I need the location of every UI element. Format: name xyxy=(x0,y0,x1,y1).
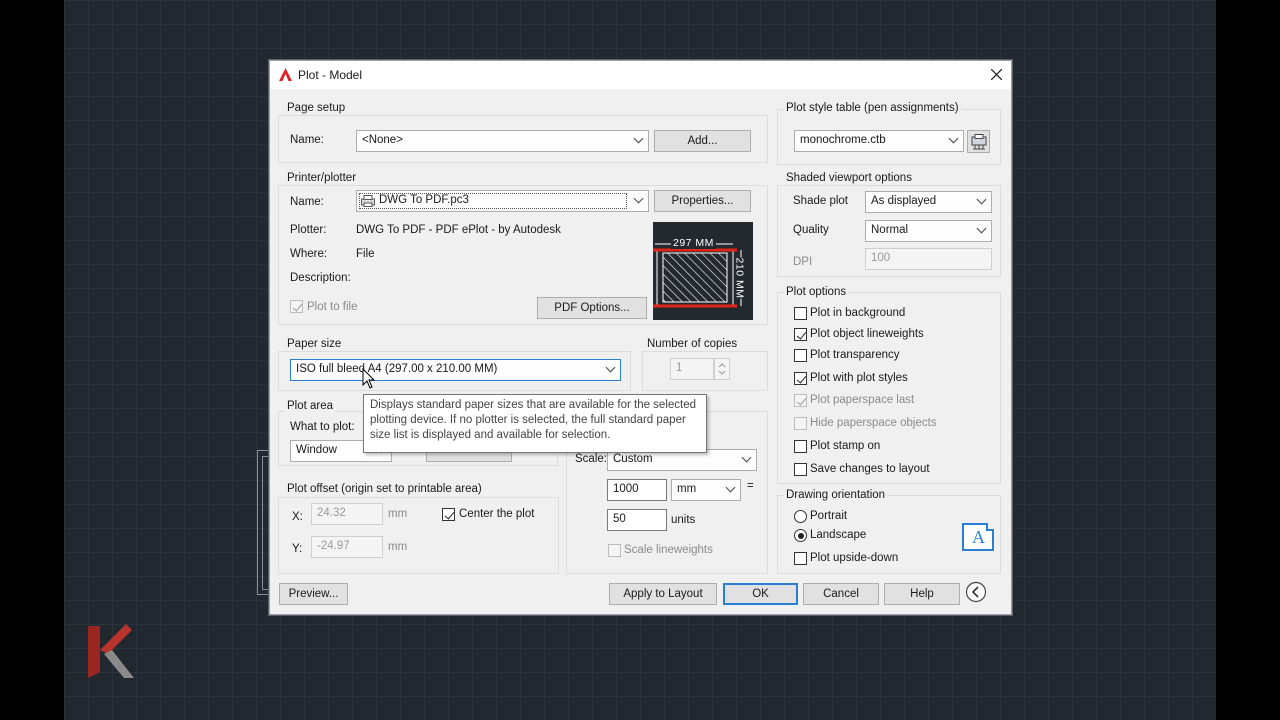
shaded-viewport-label: Shaded viewport options xyxy=(784,172,914,184)
apply-to-layout-button[interactable]: Apply to Layout xyxy=(609,583,717,605)
paper-preview: 297 MM 210 MM xyxy=(653,222,753,320)
where-label: Where: xyxy=(290,248,328,260)
collapse-options-icon[interactable] xyxy=(965,581,987,603)
page-setup-label: Page setup xyxy=(285,102,348,114)
plot-area-label: Plot area xyxy=(285,400,336,412)
portrait-label: Portrait xyxy=(810,510,848,522)
copies-label: Number of copies xyxy=(645,338,740,350)
orientation-letter: A xyxy=(972,527,985,547)
save-changes-to-layout-label: Save changes to layout xyxy=(810,463,930,475)
center-plot-label: Center the plot xyxy=(459,508,535,520)
plot-style-table-dropdown[interactable]: monochrome.ctb xyxy=(794,130,964,152)
help-button[interactable]: Help xyxy=(884,583,960,605)
printer-name-label: Name: xyxy=(290,196,324,208)
spinner-arrows-icon xyxy=(718,363,726,375)
ok-button[interactable]: OK xyxy=(723,583,798,605)
offset-y-label: Y: xyxy=(292,543,303,555)
plot-transparency-label: Plot transparency xyxy=(810,349,900,361)
plot-with-plot-styles-label: Plot with plot styles xyxy=(810,372,908,384)
where-value: File xyxy=(356,248,375,260)
autocad-app-icon xyxy=(279,68,292,81)
dpi-label: DPI xyxy=(793,256,813,268)
save-changes-to-layout-checkbox[interactable] xyxy=(794,463,807,476)
quality-label: Quality xyxy=(793,224,829,236)
plot-with-plot-styles-checkbox[interactable] xyxy=(794,372,807,385)
paper-width-label: 297 MM xyxy=(671,237,716,249)
offset-y-input[interactable]: -24.97 xyxy=(311,536,383,558)
portrait-radio[interactable] xyxy=(794,510,807,523)
plot-paperspace-last-label: Plot paperspace last xyxy=(810,394,915,406)
page-setup-name-label: Name: xyxy=(290,134,324,146)
center-plot-checkbox[interactable] xyxy=(442,508,455,521)
plot-stamp-on-label: Plot stamp on xyxy=(810,440,881,452)
edit-plot-style-button[interactable] xyxy=(967,130,990,153)
add-page-setup-button[interactable]: Add... xyxy=(654,130,751,152)
printer-name-dropdown[interactable]: DWG To PDF.pc3 xyxy=(356,190,649,212)
quality-dropdown[interactable]: Normal xyxy=(865,220,992,242)
plot-upside-down-label: Plot upside-down xyxy=(810,552,899,564)
plotter-label: Plotter: xyxy=(290,224,327,236)
plot-to-file-checkbox[interactable] xyxy=(290,300,303,313)
plot-to-file-label: Plot to file xyxy=(307,301,358,313)
plot-dialog: Plot - Model Page setup Name: <None> Add… xyxy=(269,60,1012,615)
drawing-orientation-label: Drawing orientation xyxy=(784,489,888,501)
scale-lineweights-checkbox[interactable] xyxy=(608,544,621,557)
scale-label: Scale: xyxy=(575,453,607,465)
plot-object-lineweights-checkbox[interactable] xyxy=(794,328,807,341)
plot-object-lineweights-label: Plot object lineweights xyxy=(810,328,924,340)
plot-stamp-on-checkbox[interactable] xyxy=(794,440,807,453)
mouse-cursor-icon xyxy=(362,368,376,389)
plot-in-background-label: Plot in background xyxy=(810,307,906,319)
hide-paperspace-objects-label: Hide paperspace objects xyxy=(810,417,937,429)
plot-options-label: Plot options xyxy=(784,286,849,298)
preview-button[interactable]: Preview... xyxy=(279,583,348,605)
offset-x-input[interactable]: 24.32 xyxy=(311,503,383,525)
plot-options-group xyxy=(777,292,1001,484)
brand-logo xyxy=(88,624,134,678)
shade-plot-label: Shade plot xyxy=(793,195,848,207)
paper-size-dropdown[interactable]: ISO full bleed A4 (297.00 x 210.00 MM) xyxy=(290,359,621,381)
title-bar: Plot - Model xyxy=(270,61,1011,89)
paper-size-tooltip: Displays standard paper sizes that are a… xyxy=(363,394,707,453)
printer-properties-button[interactable]: Properties... xyxy=(654,190,751,212)
cancel-button[interactable]: Cancel xyxy=(803,583,879,605)
offset-y-unit: mm xyxy=(388,541,408,553)
plot-offset-label: Plot offset (origin set to printable are… xyxy=(285,483,484,495)
copies-spinner[interactable] xyxy=(714,358,730,380)
paper-size-label: Paper size xyxy=(285,338,344,350)
landscape-radio[interactable] xyxy=(794,529,807,542)
copies-input[interactable]: 1 xyxy=(670,358,714,380)
pdf-options-button[interactable]: PDF Options... xyxy=(537,297,647,319)
shade-plot-dropdown[interactable]: As displayed xyxy=(865,191,992,213)
paper-height-label: 210 MM xyxy=(733,257,746,299)
plot-style-editor-icon xyxy=(971,134,987,150)
equals-sign: = xyxy=(747,480,754,492)
scale-unit-2-label: units xyxy=(671,514,696,526)
offset-x-label: X: xyxy=(292,511,303,523)
plot-style-table-label: Plot style table (pen assignments) xyxy=(784,102,961,114)
plot-paperspace-last-checkbox[interactable] xyxy=(794,394,807,407)
dpi-input[interactable]: 100 xyxy=(865,248,992,270)
plot-in-background-checkbox[interactable] xyxy=(794,307,807,320)
what-to-plot-label: What to plot: xyxy=(290,421,355,433)
hide-paperspace-objects-checkbox[interactable] xyxy=(794,417,807,430)
close-icon[interactable] xyxy=(991,69,1002,80)
scale-lineweights-label: Scale lineweights xyxy=(624,544,713,556)
description-label: Description: xyxy=(290,272,351,284)
scale-value-2-input[interactable]: 50 xyxy=(607,509,667,531)
landscape-label: Landscape xyxy=(810,529,867,541)
printer-plotter-label: Printer/plotter xyxy=(285,172,359,184)
scale-value-1-input[interactable]: 1000 xyxy=(607,479,667,501)
page-setup-name-dropdown[interactable]: <None> xyxy=(356,130,649,152)
window-title: Plot - Model xyxy=(298,68,363,82)
plot-upside-down-checkbox[interactable] xyxy=(794,552,807,565)
plotter-value: DWG To PDF - PDF ePlot - by Autodesk xyxy=(356,224,561,236)
landscape-orientation-icon: A xyxy=(962,523,994,551)
scale-unit-dropdown[interactable]: mm xyxy=(671,479,741,501)
offset-x-unit: mm xyxy=(388,508,408,520)
plot-transparency-checkbox[interactable] xyxy=(794,349,807,362)
